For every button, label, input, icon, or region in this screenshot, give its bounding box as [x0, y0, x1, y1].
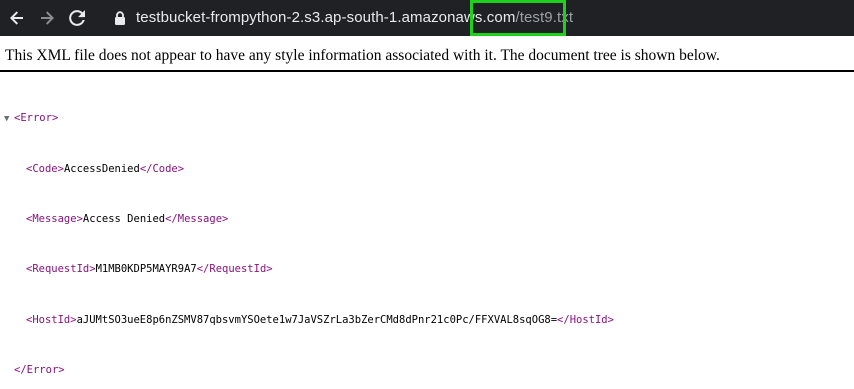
collapse-toggle-icon[interactable]: ▼ [4, 113, 14, 126]
hostid-value: aJUMtSO3ueE8p6nZSMV87qbsvmYSOete1w7JaVSZ… [76, 313, 558, 326]
xml-tree: ▼ <Error> <Code>AccessDenied</Code> <Mess… [0, 72, 854, 389]
url-text[interactable]: testbucket-frompython-2.s3.ap-south-1.am… [136, 0, 573, 36]
url-path: /test9.txt [515, 9, 574, 26]
back-button[interactable] [2, 0, 32, 36]
requestid-value: M1MB0KDP5MAYR9A7 [95, 263, 197, 276]
forward-arrow-icon [41, 11, 54, 25]
xml-node-hostid: <HostId>aJUMtSO3ueE8p6nZSMV87qbsvmYSOete… [26, 313, 614, 326]
reload-icon [69, 10, 85, 26]
xml-node-requestid: <RequestId>M1MB0KDP5MAYR9A7</RequestId> [26, 263, 273, 276]
xml-style-notice: This XML file does not appear to have an… [5, 47, 720, 64]
reload-button[interactable] [62, 0, 92, 36]
browser-toolbar: testbucket-frompython-2.s3.ap-south-1.am… [0, 0, 854, 36]
error-close-tag: </Error> [14, 364, 65, 377]
xml-node-code: <Code>AccessDenied</Code> [26, 162, 185, 175]
message-value: Access Denied [82, 212, 166, 225]
error-open-line: ▼ <Error> [4, 112, 854, 125]
error-open-tag: <Error> [14, 112, 59, 125]
code-value: AccessDenied [63, 162, 140, 175]
forward-button[interactable] [32, 0, 62, 36]
lock-icon [108, 0, 132, 36]
address-bar[interactable]: testbucket-frompython-2.s3.ap-south-1.am… [100, 0, 854, 36]
url-host: testbucket-frompython-2.s3.ap-south-1.am… [136, 9, 516, 26]
back-arrow-icon [10, 11, 23, 25]
error-close-line: </Error> [4, 364, 854, 377]
xml-node-message: <Message>Access Denied</Message> [26, 212, 229, 225]
